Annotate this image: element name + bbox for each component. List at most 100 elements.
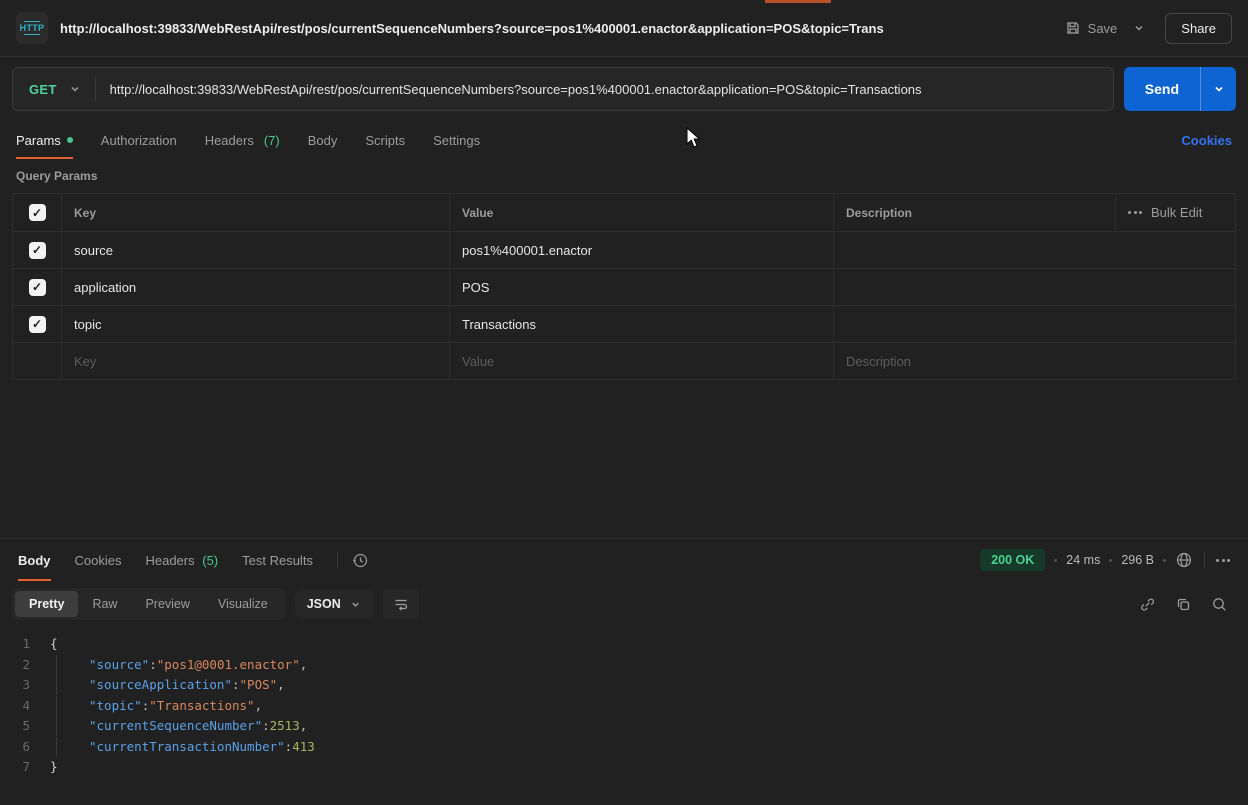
request-bar: GET http://localhost:39833/WebRestApi/re… <box>0 57 1248 121</box>
dot-separator <box>1054 559 1057 562</box>
response-tabs: Body Cookies Headers (5) Test Results 20… <box>0 539 1248 581</box>
json-brace: } <box>50 757 58 778</box>
code-line: 3 "sourceApplication": "POS", <box>0 675 1248 696</box>
response-tab-headers[interactable]: Headers (5) <box>145 539 218 581</box>
save-button[interactable]: Save <box>1065 20 1118 36</box>
json-key: "sourceApplication" <box>89 675 232 696</box>
method-selector-value[interactable]: GET <box>13 82 69 97</box>
query-params-table: ✓ Key Value Description Bulk Edit ✓ sour… <box>12 193 1236 380</box>
save-options-chevron[interactable] <box>1127 16 1151 40</box>
network-info-button[interactable] <box>1175 551 1193 569</box>
view-preview-button[interactable]: Preview <box>131 591 203 617</box>
response-action-icons <box>1139 596 1236 613</box>
param-key-input[interactable]: topic <box>61 306 449 342</box>
history-clock-icon <box>352 552 369 569</box>
param-key-input[interactable]: source <box>61 232 449 268</box>
json-value: 413 <box>292 737 315 758</box>
view-visualize-button[interactable]: Visualize <box>204 591 282 617</box>
line-number[interactable]: 5 <box>0 716 50 737</box>
tab-body[interactable]: Body <box>308 121 338 159</box>
line-number[interactable]: 4 <box>0 696 50 717</box>
dot-separator <box>1109 559 1112 562</box>
param-value-input[interactable]: pos1%400001.enactor <box>449 232 833 268</box>
request-url-box: GET http://localhost:39833/WebRestApi/re… <box>12 67 1114 111</box>
response-panel: Body Cookies Headers (5) Test Results 20… <box>0 538 1248 778</box>
chevron-down-icon <box>1213 83 1225 95</box>
view-pretty-button[interactable]: Pretty <box>15 591 78 617</box>
param-value-input[interactable]: Transactions <box>449 306 833 342</box>
line-number[interactable]: 7 <box>0 757 50 778</box>
response-status-cluster: 200 OK 24 ms 296 B <box>980 539 1230 581</box>
code-line: 4 "topic": "Transactions", <box>0 696 1248 717</box>
share-button[interactable]: Share <box>1165 13 1232 44</box>
param-key-placeholder[interactable]: Key <box>61 343 449 379</box>
code-line: 7 } <box>0 757 1248 778</box>
copy-response-button[interactable] <box>1175 596 1192 613</box>
json-key: "topic" <box>89 696 142 717</box>
json-brace: { <box>50 634 58 655</box>
format-dropdown[interactable]: JSON <box>295 590 373 618</box>
json-comma: , <box>255 696 263 717</box>
request-tabs: Params Authorization Headers (7) Body Sc… <box>0 121 1248 159</box>
wrap-lines-button[interactable] <box>383 589 419 619</box>
param-key-input[interactable]: application <box>61 269 449 305</box>
response-time: 24 ms <box>1066 553 1100 567</box>
tab-params-label: Params <box>16 133 61 148</box>
tab-authorization[interactable]: Authorization <box>101 121 177 159</box>
url-input[interactable]: http://localhost:39833/WebRestApi/rest/p… <box>96 82 922 97</box>
json-value: "Transactions" <box>149 696 254 717</box>
http-request-icon: HTTP <box>16 12 48 44</box>
params-header-row: ✓ Key Value Description Bulk Edit <box>13 194 1235 231</box>
response-tab-test-results[interactable]: Test Results <box>242 539 313 581</box>
param-value-placeholder[interactable]: Value <box>449 343 833 379</box>
format-dropdown-value: JSON <box>307 597 341 611</box>
response-tab-body[interactable]: Body <box>18 539 51 581</box>
param-value-input[interactable]: POS <box>449 269 833 305</box>
json-comma: , <box>277 675 285 696</box>
row-checkbox[interactable]: ✓ <box>29 279 46 296</box>
param-row-source: ✓ source pos1%400001.enactor <box>13 231 1235 268</box>
view-raw-button[interactable]: Raw <box>78 591 131 617</box>
status-badge[interactable]: 200 OK <box>980 549 1045 571</box>
line-number[interactable]: 3 <box>0 675 50 696</box>
json-value: 2513 <box>270 716 300 737</box>
param-description-input[interactable] <box>833 232 1235 268</box>
param-description-placeholder[interactable]: Description <box>833 343 1235 379</box>
cookies-link[interactable]: Cookies <box>1181 133 1232 148</box>
json-colon: : <box>149 655 157 676</box>
line-number[interactable]: 2 <box>0 655 50 676</box>
tab-headers[interactable]: Headers (7) <box>205 121 280 159</box>
code-line: 6 "currentTransactionNumber": 413 <box>0 737 1248 758</box>
row-checkbox[interactable]: ✓ <box>29 242 46 259</box>
param-description-input[interactable] <box>833 306 1235 342</box>
response-view-toolbar: Pretty Raw Preview Visualize JSON <box>0 581 1248 627</box>
column-header-description: Description <box>833 194 1115 231</box>
copy-link-button[interactable] <box>1139 596 1156 613</box>
json-comma: , <box>300 716 308 737</box>
search-response-button[interactable] <box>1211 596 1228 613</box>
bulk-edit-button[interactable]: Bulk Edit <box>1115 194 1235 231</box>
select-all-checkbox[interactable]: ✓ <box>29 204 46 221</box>
http-icon-arrow-bottom <box>24 33 40 36</box>
check-icon: ✓ <box>32 318 42 330</box>
tab-settings[interactable]: Settings <box>433 121 480 159</box>
indent-guide <box>56 675 89 695</box>
response-body-json[interactable]: 1 { 2 "source": "pos1@0001.enactor", 3 "… <box>0 627 1248 778</box>
line-number[interactable]: 6 <box>0 737 50 758</box>
tab-scripts[interactable]: Scripts <box>365 121 405 159</box>
response-history-button[interactable] <box>352 539 369 581</box>
tab-headers-label: Headers <box>205 133 254 148</box>
method-selector-chevron[interactable] <box>69 83 95 95</box>
send-options-chevron[interactable] <box>1200 67 1236 111</box>
response-tab-cookies[interactable]: Cookies <box>75 539 122 581</box>
send-button[interactable]: Send <box>1124 67 1200 111</box>
line-number[interactable]: 1 <box>0 634 50 655</box>
tab-params[interactable]: Params <box>16 121 73 159</box>
http-icon-arrow-top <box>24 20 40 23</box>
json-colon: : <box>142 696 150 717</box>
json-key: "source" <box>89 655 149 676</box>
row-checkbox[interactable]: ✓ <box>29 316 46 333</box>
param-description-input[interactable] <box>833 269 1235 305</box>
empty-area <box>0 380 1248 538</box>
response-options-button[interactable] <box>1216 559 1230 562</box>
